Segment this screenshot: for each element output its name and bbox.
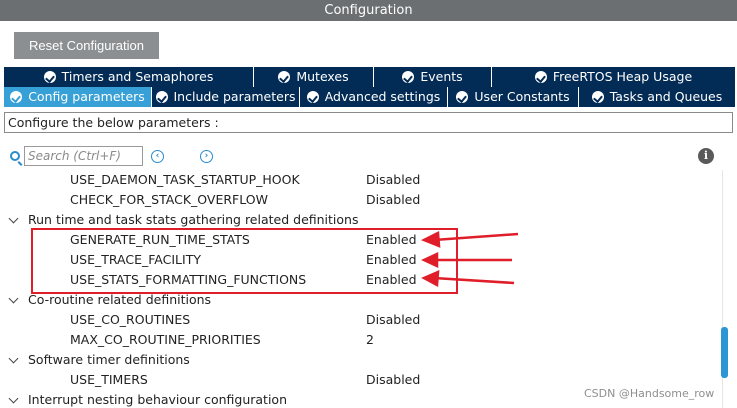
red-arrow-icon (421, 252, 512, 268)
red-arrow-icon (421, 270, 515, 288)
red-arrow-icon (420, 231, 519, 248)
annotation-arrows (420, 231, 519, 288)
watermark: CSDN @Handsome_row (584, 387, 715, 400)
